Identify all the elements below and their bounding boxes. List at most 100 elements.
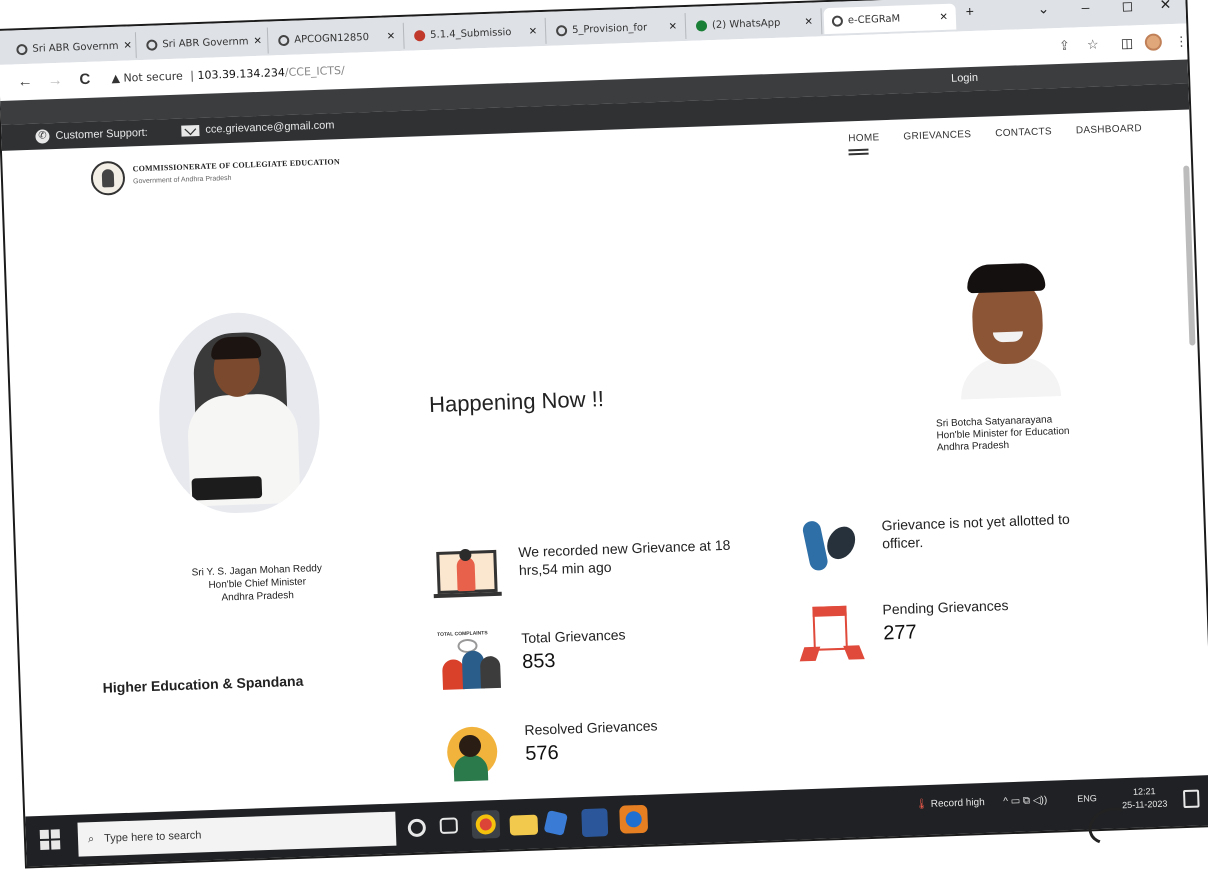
browser-tab-4[interactable]: 5.1.4_Submissio ✕ [405,17,547,49]
tab-title: 5.1.4_Submissio [429,26,512,41]
complaints-icon-caption: TOTAL COMPLAINTS [437,630,488,639]
not-allotted-card: Grievance is not yet allotted to officer… [797,504,1113,577]
tab-close-icon[interactable]: ✕ [253,35,262,46]
word-icon[interactable] [581,808,609,838]
back-button[interactable]: ← [17,73,33,91]
tab-close-icon[interactable]: ✕ [387,31,396,42]
url-host: 103.39.134.234 [197,65,286,83]
browser-tab-6[interactable]: (2) WhatsApp ✕ [687,8,823,39]
url-separator: | [190,69,195,83]
weather-text: Record high [930,797,985,810]
globe-icon [278,34,290,46]
language-indicator[interactable]: ENG [1077,793,1097,804]
forward-button[interactable]: → [47,72,63,90]
happening-now-heading: Happening Now !! [428,386,605,418]
share-icon[interactable]: ⇪ [1059,38,1070,54]
resolved-grievances-label: Resolved Grievances [524,717,658,739]
customer-support: ✆ Customer Support: [35,126,148,144]
notification-center-icon[interactable] [1182,789,1200,809]
bookmark-star-icon[interactable]: ☆ [1087,37,1099,53]
login-link[interactable]: Login [951,72,978,85]
mail-icon [181,124,200,137]
nav-dashboard[interactable]: DASHBOARD [1076,123,1142,136]
nav-home[interactable]: HOME [848,132,880,144]
tab-title: e-CEGRaM [847,12,901,26]
chief-minister-caption: Sri Y. S. Jagan Mohan Reddy Hon'ble Chie… [137,560,378,607]
org-subtitle: Government of Andhra Pradesh [132,174,232,186]
resolved-grievances-value: 576 [524,741,560,766]
browser-tab-7-active[interactable]: e-CEGRaM ✕ [823,3,957,35]
minimize-button[interactable]: – [1081,0,1089,15]
tab-search-chevron-icon[interactable]: ⌄ [1037,0,1049,17]
globe-icon [146,38,158,51]
tab-close-icon[interactable]: ✕ [668,21,677,32]
tab-close-icon[interactable]: ✕ [804,16,813,27]
taskbar-clock[interactable]: 12:21 25-11-2023 [1121,785,1168,813]
system-tray-icons[interactable]: ^ ▭ ⧉ ◁)) [1003,795,1047,808]
browser-tab-2[interactable]: Sri ABR Governm ✕ [137,27,269,59]
side-panel-icon[interactable]: ◫ [1121,35,1134,51]
url-field[interactable]: ▲ Not secure | 103.39.134.234/CCE_ICTS/ [111,64,345,85]
globe-icon [16,43,28,55]
globe-icon [555,24,568,36]
browser-tab-3[interactable]: APCOGN12850 ✕ [269,22,405,54]
education-minister-caption: Sri Botcha Satyanarayana Hon'ble Ministe… [936,412,1117,454]
close-window-button[interactable]: ✕ [1159,0,1171,13]
browser-tab-1[interactable]: Sri ABR Governm ✕ [7,32,137,63]
person-pushing-icon [797,513,865,577]
edge-icon[interactable] [619,804,649,834]
not-allotted-text: Grievance is not yet allotted to officer… [881,510,1071,552]
education-minister-photo [946,255,1072,400]
tab-close-icon[interactable]: ✕ [529,26,538,37]
pending-document-icon [798,601,866,665]
support-email[interactable]: cce.grievance@gmail.com [181,119,335,137]
browser-tab-5[interactable]: 5_Provision_for ✕ [547,12,687,44]
documents-icon[interactable] [543,810,568,836]
cce-logo[interactable] [90,160,126,196]
recent-grievance-card: We recorded new Grievance at 18 hrs,54 m… [433,534,770,608]
pdf-icon [413,29,426,41]
monitor-screen: Sri ABR Governm ✕ Sri ABR Governm ✕ APCO… [0,0,1208,869]
total-grievances-card: TOTAL COMPLAINTS Total Grievances 853 [437,625,627,694]
photo-frame: Sri ABR Governm ✕ Sri ABR Governm ✕ APCO… [0,0,1208,869]
resolved-grievances-card: Resolved Grievances 576 [440,716,659,786]
tab-title: Sri ABR Governm [162,35,249,50]
maximize-button[interactable]: ◻ [1121,0,1133,15]
tab-title: APCOGN12850 [294,31,370,46]
support-email-text[interactable]: cce.grievance@gmail.com [205,119,335,136]
reload-button[interactable]: C [79,71,90,88]
nav-contacts[interactable]: CONTACTS [995,126,1052,139]
total-grievances-label: Total Grievances [521,626,626,647]
profile-avatar[interactable] [1144,33,1163,51]
file-explorer-icon[interactable] [509,814,539,836]
phone-icon: ✆ [35,129,50,144]
chrome-taskbar-icon[interactable] [471,809,501,839]
pending-grievances-value: 277 [882,621,918,645]
pending-grievances-card: Pending Grievances 277 [798,596,1010,665]
recent-grievance-text: We recorded new Grievance at 18 hrs,54 m… [517,536,731,579]
task-view-icon[interactable] [439,817,459,835]
url-path: /CCE_ICTS/ [284,63,345,79]
globe-icon [831,14,844,27]
cortana-icon[interactable] [407,818,427,838]
nav-grievances[interactable]: GRIEVANCES [903,129,971,142]
taskbar-search-placeholder: Type here to search [103,829,202,845]
weather-widget[interactable]: 🌡 Record high [915,797,985,810]
new-tab-button[interactable]: + [965,3,974,19]
taskbar-search[interactable]: ⌕ Type here to search [77,811,397,857]
tab-close-icon[interactable]: ✕ [123,40,132,51]
thermometer-icon: 🌡 [915,798,929,811]
not-secure-indicator[interactable]: ▲ Not secure [111,70,183,85]
page-scrollbar[interactable] [1183,165,1196,346]
browser-menu-icon[interactable]: ⋮ [1175,33,1189,49]
complaints-people-icon: TOTAL COMPLAINTS [437,630,505,694]
support-label: Customer Support: [55,126,148,143]
section-label: Higher Education & Spandana [102,672,304,696]
pending-grievances-label: Pending Grievances [882,597,1009,618]
search-icon: ⌕ [87,832,95,845]
org-name: COMMISSIONERATE OF COLLEGIATE EDUCATION [132,157,341,174]
chief-minister-photo [155,310,323,516]
tab-close-icon[interactable]: ✕ [939,11,948,22]
windows-taskbar: ⌕ Type here to search 🌡 Record high ^ ▭ … [25,775,1208,869]
clock-date: 25-11-2023 [1121,798,1168,811]
